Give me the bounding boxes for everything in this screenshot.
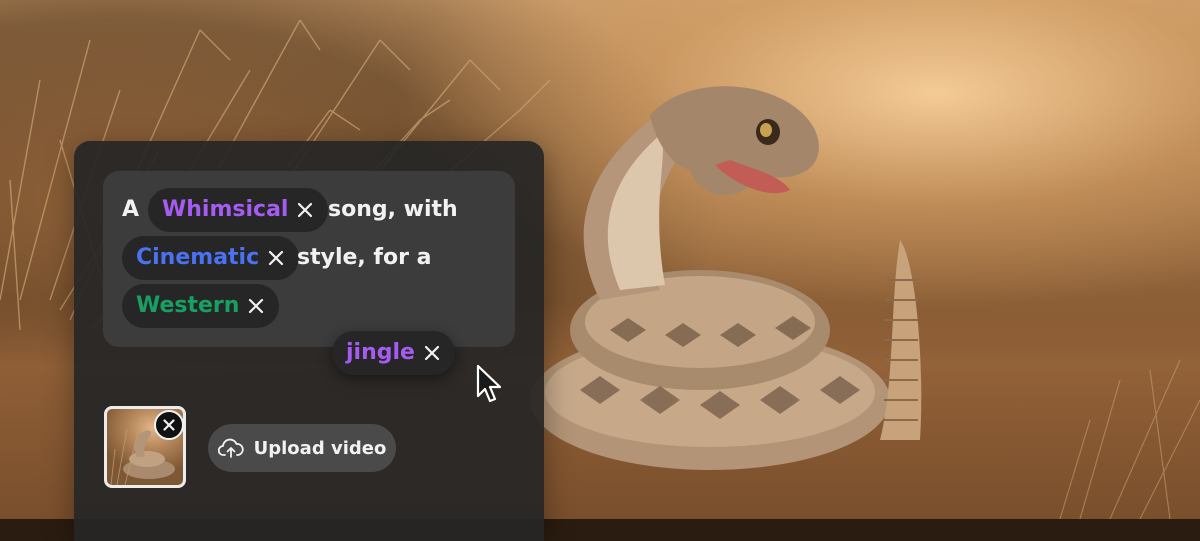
chip-label: Western <box>136 293 240 318</box>
chip-label: jingle <box>346 340 415 365</box>
close-icon[interactable] <box>267 249 285 267</box>
cursor-arrow-icon <box>476 364 502 403</box>
close-icon[interactable] <box>296 201 314 219</box>
close-icon[interactable] <box>247 297 265 315</box>
prompt-word-a: A <box>122 197 140 222</box>
snake <box>530 86 922 470</box>
chip-cinematic[interactable]: Cinematic <box>122 236 300 280</box>
upload-video-label: Upload video <box>253 437 387 459</box>
cloud-upload-icon <box>217 437 244 459</box>
dry-brush-right <box>1059 359 1200 519</box>
close-icon[interactable] <box>423 344 441 362</box>
chip-label: Cinematic <box>136 245 260 270</box>
upload-video-button[interactable]: Upload video <box>208 424 396 472</box>
prompt-word-song-with: song, with <box>328 197 458 222</box>
prompt-box: A Whimsical song, with Cinematic style, … <box>103 171 515 347</box>
prompt-word-style-for-a: style, for a <box>297 245 432 270</box>
chip-label: Whimsical <box>162 197 289 222</box>
remove-thumbnail-button[interactable] <box>154 410 184 440</box>
chip-whimsical[interactable]: Whimsical <box>148 188 329 232</box>
chip-jingle[interactable]: jingle <box>332 331 455 375</box>
prompt-panel: A Whimsical song, with Cinematic style, … <box>74 141 544 541</box>
close-icon <box>163 419 175 431</box>
chip-western[interactable]: Western <box>122 284 280 328</box>
